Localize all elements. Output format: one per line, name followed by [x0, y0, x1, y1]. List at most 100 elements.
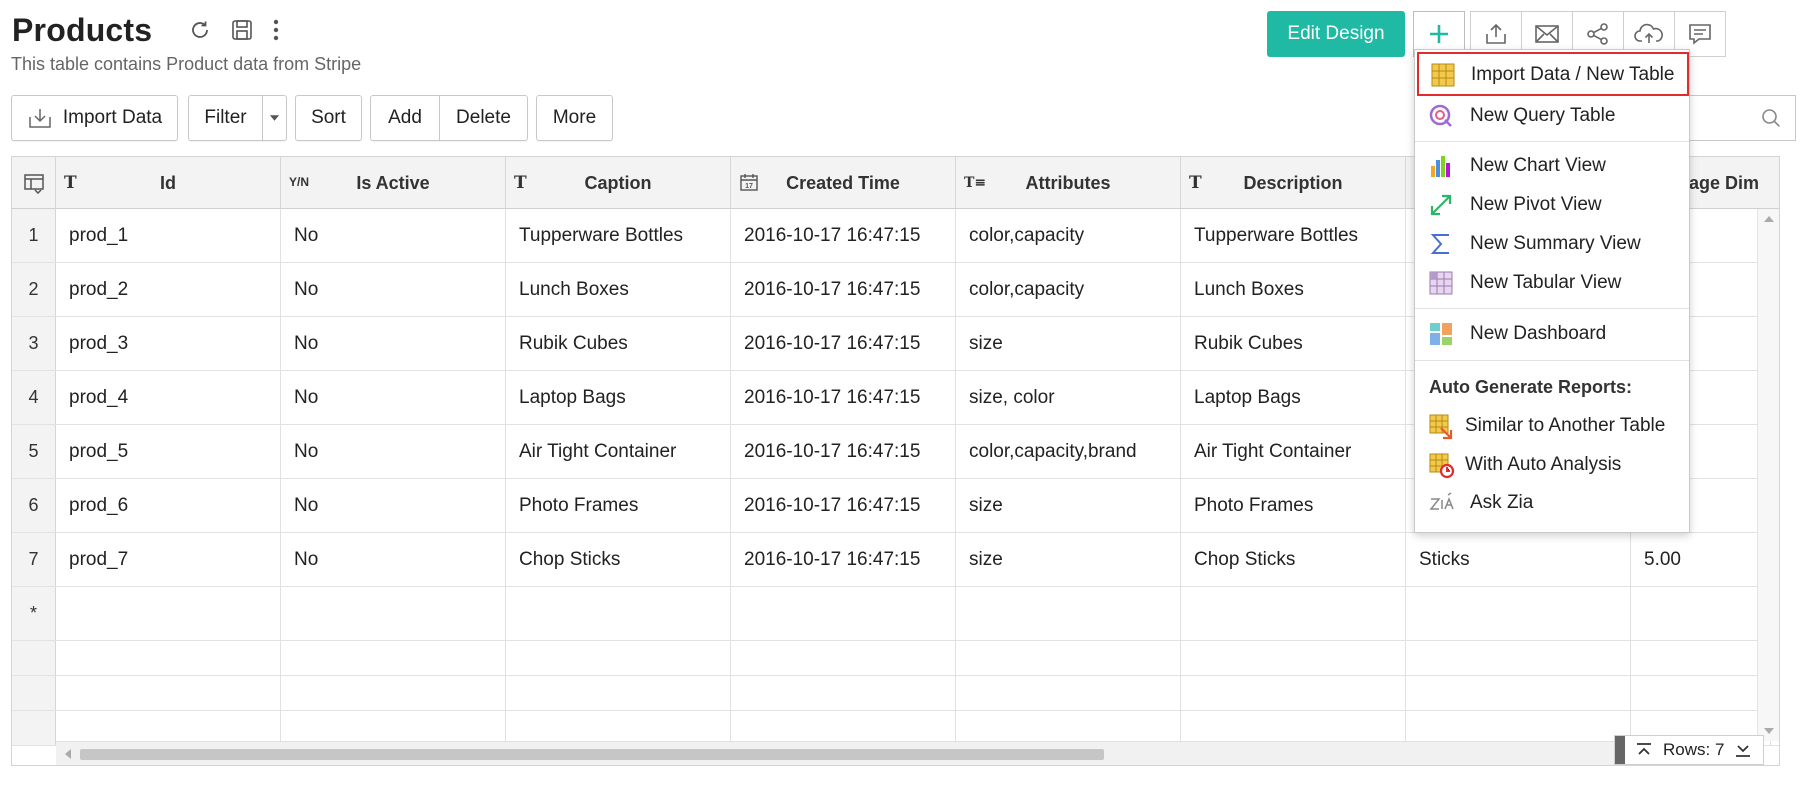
search-input[interactable]	[1690, 95, 1796, 141]
cell-created-time[interactable]: 2016-10-17 16:47:15	[731, 317, 956, 370]
row-number[interactable]: 2	[12, 263, 56, 316]
cell-caption[interactable]: Rubik Cubes	[506, 317, 731, 370]
empty-cell[interactable]	[731, 587, 956, 640]
cell-attributes[interactable]: size	[956, 479, 1181, 532]
jump-first-icon[interactable]	[1635, 742, 1653, 758]
cell-caption[interactable]: Tupperware Bottles	[506, 209, 731, 262]
column-header-description[interactable]: T Description	[1181, 157, 1406, 209]
horizontal-scrollbar[interactable]	[56, 741, 1757, 765]
cell-id[interactable]: prod_6	[56, 479, 281, 532]
column-header-created-time[interactable]: 17 Created Time	[731, 157, 956, 209]
add-row-button[interactable]: Add	[370, 95, 440, 141]
delete-row-button[interactable]: Delete	[439, 95, 528, 141]
cell-created-time[interactable]: 2016-10-17 16:47:15	[731, 479, 956, 532]
menu-item-new-pivot-view[interactable]: New Pivot View	[1415, 186, 1689, 222]
cell-is-active[interactable]: No	[281, 479, 506, 532]
row-number[interactable]: 6	[12, 479, 56, 532]
cell-description[interactable]: Chop Sticks	[1181, 533, 1406, 586]
empty-cell[interactable]	[1406, 587, 1631, 640]
cell-caption[interactable]: Lunch Boxes	[506, 263, 731, 316]
cell-description[interactable]: Air Tight Container	[1181, 425, 1406, 478]
cell-is-active[interactable]: No	[281, 209, 506, 262]
cell-is-active[interactable]: No	[281, 263, 506, 316]
empty-cell[interactable]	[1181, 587, 1406, 640]
cell-attributes[interactable]: size	[956, 533, 1181, 586]
column-label: Created Time	[786, 173, 900, 193]
more-button[interactable]: More	[536, 95, 613, 141]
filter-dropdown-button[interactable]	[262, 95, 287, 141]
horizontal-scroll-thumb[interactable]	[80, 749, 1104, 760]
cell-attributes[interactable]: color,capacity	[956, 263, 1181, 316]
menu-item-new-tabular-view[interactable]: New Tabular View	[1415, 264, 1689, 300]
cell-attributes[interactable]: size, color	[956, 371, 1181, 424]
cell-is-active[interactable]: No	[281, 533, 506, 586]
cell-caption[interactable]: Laptop Bags	[506, 371, 731, 424]
cell-description[interactable]: Lunch Boxes	[1181, 263, 1406, 316]
cell-created-time[interactable]: 2016-10-17 16:47:15	[731, 209, 956, 262]
more-options-icon[interactable]	[270, 16, 282, 44]
cell-created-time[interactable]: 2016-10-17 16:47:15	[731, 425, 956, 478]
cell-name[interactable]: Sticks	[1406, 533, 1631, 586]
menu-item-ask-zia[interactable]: Ask Zia	[1415, 484, 1689, 520]
column-header-id[interactable]: T Id	[56, 157, 281, 209]
row-number[interactable]: 3	[12, 317, 56, 370]
rows-panel-toggle[interactable]	[1615, 736, 1625, 764]
menu-item-new-chart-view[interactable]: New Chart View	[1415, 147, 1689, 183]
cell-created-time[interactable]: 2016-10-17 16:47:15	[731, 263, 956, 316]
cell-package-dimensions[interactable]: 5.00	[1631, 533, 1771, 586]
refresh-icon[interactable]	[186, 16, 214, 44]
cell-caption[interactable]: Air Tight Container	[506, 425, 731, 478]
empty-cell[interactable]	[281, 587, 506, 640]
new-row[interactable]: *	[12, 587, 1779, 641]
cell-is-active[interactable]: No	[281, 317, 506, 370]
cell-caption[interactable]: Chop Sticks	[506, 533, 731, 586]
edit-design-button[interactable]: Edit Design	[1267, 11, 1405, 57]
table-row[interactable]: 7 prod_7 No Chop Sticks 2016-10-17 16:47:15 s…	[12, 533, 1779, 587]
cell-description[interactable]: Laptop Bags	[1181, 371, 1406, 424]
cell-attributes[interactable]: size	[956, 317, 1181, 370]
cell-created-time[interactable]: 2016-10-17 16:47:15	[731, 371, 956, 424]
empty-cell[interactable]	[956, 587, 1181, 640]
menu-item-new-query-table[interactable]: New Query Table	[1415, 97, 1689, 133]
scroll-up-icon[interactable]	[1763, 215, 1775, 223]
scroll-left-icon[interactable]	[64, 748, 72, 760]
filter-button[interactable]: Filter	[188, 95, 263, 141]
cell-id[interactable]: prod_5	[56, 425, 281, 478]
menu-item-similar-to-another-table[interactable]: Similar to Another Table	[1415, 407, 1689, 443]
row-number[interactable]: 5	[12, 425, 56, 478]
cell-description[interactable]: Tupperware Bottles	[1181, 209, 1406, 262]
empty-cell[interactable]	[56, 587, 281, 640]
row-number[interactable]: 4	[12, 371, 56, 424]
import-data-button[interactable]: Import Data	[11, 95, 178, 141]
menu-item-new-summary-view[interactable]: New Summary View	[1415, 225, 1689, 261]
column-header-is-active[interactable]: Y/N Is Active	[281, 157, 506, 209]
cell-is-active[interactable]: No	[281, 425, 506, 478]
jump-last-icon[interactable]	[1734, 742, 1752, 758]
cell-id[interactable]: prod_3	[56, 317, 281, 370]
cell-description[interactable]: Photo Frames	[1181, 479, 1406, 532]
scroll-down-icon[interactable]	[1763, 727, 1775, 735]
sort-button[interactable]: Sort	[295, 95, 362, 141]
row-number[interactable]: 1	[12, 209, 56, 262]
menu-item-new-dashboard[interactable]: New Dashboard	[1415, 315, 1689, 351]
cell-id[interactable]: prod_2	[56, 263, 281, 316]
column-settings-button[interactable]	[12, 157, 56, 209]
column-header-caption[interactable]: T Caption	[506, 157, 731, 209]
cell-caption[interactable]: Photo Frames	[506, 479, 731, 532]
empty-cell[interactable]	[506, 587, 731, 640]
cell-attributes[interactable]: color,capacity,brand	[956, 425, 1181, 478]
cell-attributes[interactable]: color,capacity	[956, 209, 1181, 262]
cell-created-time[interactable]: 2016-10-17 16:47:15	[731, 533, 956, 586]
menu-item-with-auto-analysis[interactable]: With Auto Analysis	[1415, 446, 1689, 482]
cell-is-active[interactable]: No	[281, 371, 506, 424]
cell-id[interactable]: prod_4	[56, 371, 281, 424]
save-icon[interactable]	[228, 16, 256, 44]
cell-description[interactable]: Rubik Cubes	[1181, 317, 1406, 370]
vertical-scrollbar[interactable]	[1757, 209, 1779, 741]
cell-id[interactable]: prod_7	[56, 533, 281, 586]
menu-item-import-new-table[interactable]: Import Data / New Table	[1417, 52, 1689, 96]
empty-cell[interactable]	[1631, 587, 1771, 640]
column-header-attributes[interactable]: T≡ Attributes	[956, 157, 1181, 209]
cell-id[interactable]: prod_1	[56, 209, 281, 262]
row-number[interactable]: 7	[12, 533, 56, 586]
